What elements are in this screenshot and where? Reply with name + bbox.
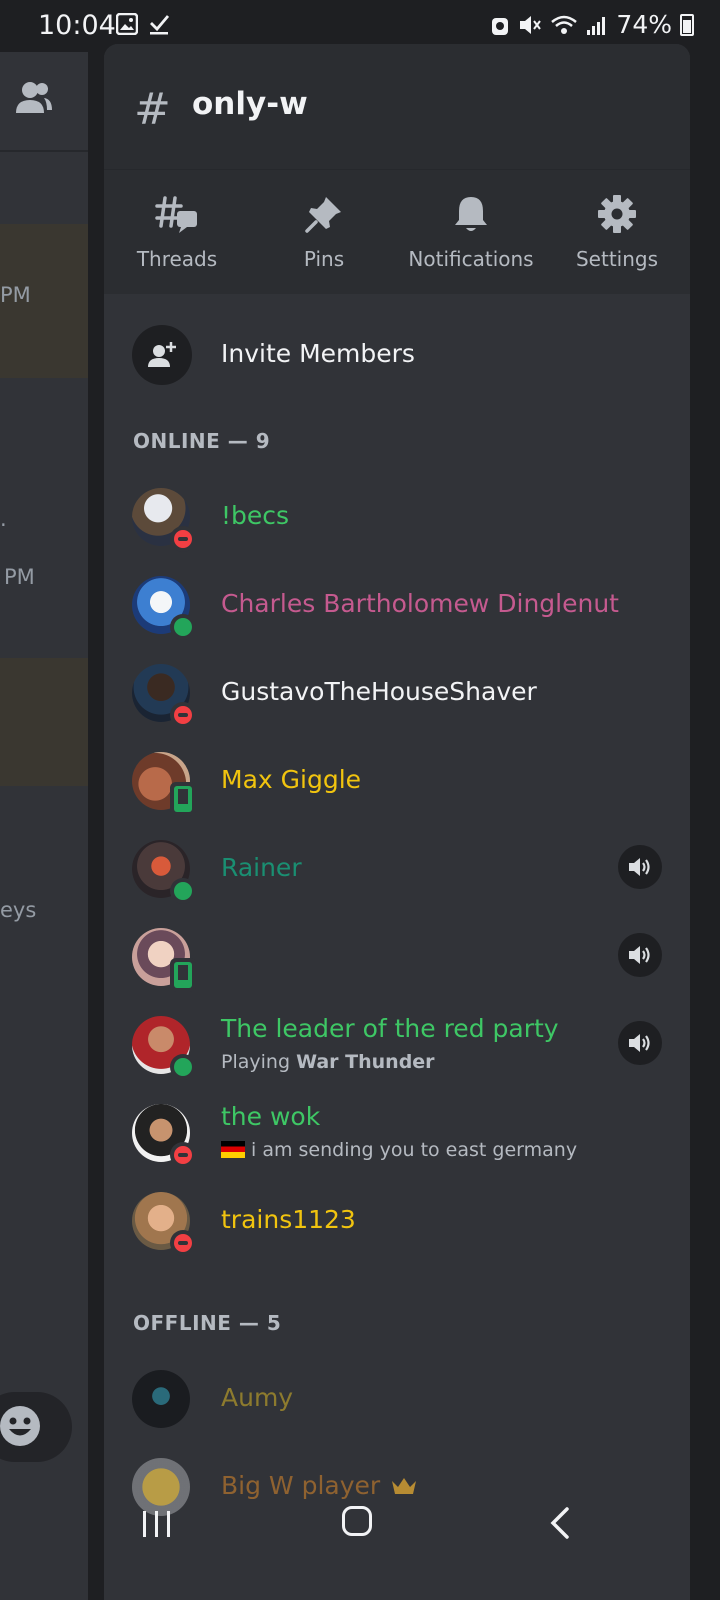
threads-icon (155, 196, 197, 233)
image-icon (116, 13, 138, 35)
member-row[interactable]: trains1123 (104, 1180, 690, 1260)
member-row[interactable]: Aumy (104, 1358, 690, 1438)
members-icon[interactable] (14, 80, 54, 116)
pins-button[interactable]: Pins (250, 170, 398, 294)
activity-prefix: Playing (221, 1051, 291, 1073)
system-nav-bar (0, 1490, 720, 1562)
mobile-status-icon (170, 782, 196, 816)
member-custom-status: i am sending you to east germany (221, 1139, 577, 1161)
voice-activity-button[interactable] (618, 845, 662, 889)
check-download-icon (150, 15, 170, 35)
member-name: the wok (221, 1102, 321, 1131)
member-row[interactable]: Max Giggle (104, 740, 690, 820)
add-user-icon (148, 342, 176, 367)
background-snippet: . (0, 507, 7, 531)
member-row[interactable]: Rainer (104, 828, 690, 908)
dnd-status-icon (170, 1230, 196, 1256)
online-status-icon (170, 1054, 196, 1080)
member-name: The leader of the red party (221, 1014, 559, 1043)
status-time: 10:04 (38, 10, 116, 41)
member-row[interactable] (104, 916, 690, 996)
speaker-icon (629, 946, 650, 964)
member-row[interactable]: Charles Bartholomew Dinglenut (104, 564, 690, 644)
background-snippet: eys (0, 898, 37, 922)
voice-activity-button[interactable] (618, 1021, 662, 1065)
dnd-status-icon (170, 1142, 196, 1168)
background-snippet: PM (0, 283, 31, 307)
threads-label: Threads (136, 247, 218, 271)
threads-button[interactable]: Threads (104, 170, 250, 294)
channel-name: only-w (192, 86, 308, 122)
wifi-icon (551, 15, 578, 34)
member-name: GustavoTheHouseShaver (221, 677, 537, 706)
activity-game: War Thunder (296, 1051, 435, 1073)
member-name: !becs (221, 501, 290, 530)
channel-toolbar: Threads Pins Notifications Settings (104, 170, 690, 294)
member-name: trains1123 (221, 1205, 356, 1234)
background-snippet: PM (4, 565, 35, 589)
gear-icon (598, 195, 636, 233)
speaker-icon (629, 1034, 650, 1052)
dnd-status-icon (170, 526, 196, 552)
notifications-label: Notifications (408, 247, 534, 271)
battery-percent: 74% (616, 10, 672, 39)
channel-drawer: # only-w Threads Pins Notifications Sett… (104, 44, 690, 1600)
member-name: Rainer (221, 853, 302, 882)
back-icon[interactable] (549, 1506, 571, 1540)
background-chat-header (0, 52, 88, 152)
member-name: Charles Bartholomew Dinglenut (221, 589, 619, 618)
online-status-icon (170, 878, 196, 904)
pins-label: Pins (303, 247, 345, 271)
speaker-icon (629, 858, 650, 876)
background-message-card (0, 658, 88, 786)
voice-activity-button[interactable] (618, 933, 662, 977)
member-activity: Playing War Thunder (221, 1051, 435, 1073)
alarm-icon (492, 17, 509, 35)
home-icon[interactable] (342, 1506, 372, 1536)
member-name: Max Giggle (221, 765, 362, 794)
signal-icon (587, 16, 606, 35)
invite-members-button[interactable]: Invite Members (104, 305, 690, 403)
settings-button[interactable]: Settings (544, 170, 690, 294)
online-status-icon (170, 614, 196, 640)
mobile-status-icon (170, 958, 196, 992)
background-chat-panel[interactable]: PM . PM eys (0, 52, 88, 1600)
channel-header: # only-w (104, 44, 690, 170)
member-row[interactable]: The leader of the red party Playing War … (104, 1004, 690, 1084)
bell-icon (455, 197, 487, 231)
online-section-title: ONLINE — 9 (133, 429, 271, 453)
settings-label: Settings (575, 247, 659, 271)
battery-icon (680, 13, 694, 36)
member-name: Aumy (221, 1383, 294, 1412)
member-row[interactable]: GustavoTheHouseShaver (104, 652, 690, 732)
mute-icon (520, 15, 542, 34)
member-row[interactable]: the wok i am sending you to east germany (104, 1092, 690, 1172)
avatar (132, 1370, 190, 1428)
notifications-button[interactable]: Notifications (398, 170, 544, 294)
pin-icon (305, 197, 341, 233)
member-row[interactable]: !becs (104, 476, 690, 556)
invite-avatar (132, 325, 192, 385)
hash-icon: # (134, 84, 171, 135)
dnd-status-icon (170, 702, 196, 728)
offline-section-title: OFFLINE — 5 (133, 1311, 282, 1335)
recent-apps-icon[interactable] (140, 1508, 174, 1540)
custom-status-text: i am sending you to east germany (251, 1139, 578, 1161)
invite-members-label: Invite Members (221, 339, 415, 368)
emoji-button[interactable] (0, 1392, 72, 1462)
germany-flag-icon (221, 1141, 245, 1158)
emoji-icon (0, 1406, 40, 1446)
